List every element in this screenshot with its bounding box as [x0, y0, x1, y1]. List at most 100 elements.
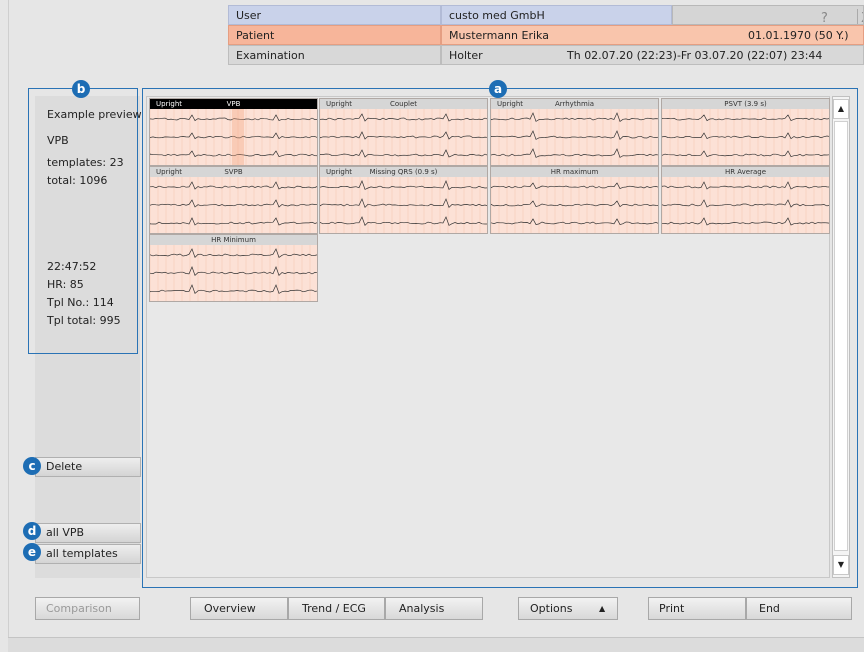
template-tile[interactable]: Upright Missing QRS (0.9 s): [319, 166, 488, 234]
ecg-trace: [491, 130, 658, 141]
tile-header: Upright SVPB: [150, 167, 317, 177]
tile-event-label: SVPB: [224, 168, 243, 176]
scroll-down-button[interactable]: ▼: [833, 555, 849, 575]
ecg-strip: [150, 245, 317, 301]
template-tile[interactable]: HR Minimum: [149, 234, 318, 302]
callout-c: c: [23, 457, 41, 475]
ecg-trace: [150, 266, 317, 277]
ecg-trace: [320, 149, 487, 158]
callout-b: b: [72, 80, 90, 98]
tile-header: HR Average: [662, 167, 829, 177]
tile-event-label: Couplet: [389, 100, 418, 108]
ecg-strip: [662, 109, 829, 165]
preview-tpl-no: Tpl No.: 114: [47, 296, 114, 309]
window-left-border: [8, 0, 9, 652]
tile-event-label: Arrhythmia: [554, 100, 595, 108]
ecg-trace: [491, 200, 658, 208]
ecg-trace: [150, 199, 317, 208]
user-value: custo med GmbH: [441, 5, 672, 25]
trend-ecg-button[interactable]: Trend / ECG: [288, 597, 385, 620]
close-button[interactable]: X: [857, 9, 863, 24]
ecg-strip: [150, 109, 317, 165]
ecg-trace: [150, 217, 317, 226]
patient-dob: 01.01.1970 (50 Y.): [748, 29, 849, 42]
tile-event-label: VPB: [226, 100, 241, 108]
ecg-trace: [662, 132, 829, 140]
tile-event-label: HR maximum: [550, 168, 599, 176]
options-arrow-icon: ▲: [599, 604, 606, 613]
options-label: Options: [530, 602, 573, 615]
ecg-strip: [320, 109, 487, 165]
comparison-button[interactable]: Comparison: [35, 597, 140, 620]
ecg-trace: [320, 131, 487, 140]
callout-e: e: [23, 543, 41, 561]
template-tile[interactable]: Upright Couplet: [319, 98, 488, 166]
template-tile[interactable]: Upright SVPB: [149, 166, 318, 234]
scroll-up-button[interactable]: ▲: [833, 99, 849, 119]
ecg-trace: [320, 216, 487, 227]
tile-header: HR Minimum: [150, 235, 317, 245]
preview-templates: templates: 23: [47, 156, 124, 169]
window-controls: ? _ X: [672, 5, 864, 25]
user-label: User: [228, 5, 441, 25]
status-bar: [8, 637, 864, 652]
grid-scrollbar[interactable]: ▲ ▼: [832, 96, 850, 578]
ecg-strip: [491, 177, 658, 233]
all-vpb-button[interactable]: all VPB: [35, 523, 141, 543]
tile-header: Upright Arrhythmia: [491, 99, 658, 109]
preview-hr: HR: 85: [47, 278, 84, 291]
end-button[interactable]: End: [746, 597, 852, 620]
patient-info: Mustermann Erika 01.01.1970 (50 Y.): [441, 25, 864, 45]
preview-time: 22:47:52: [47, 260, 97, 273]
ecg-trace: [150, 284, 317, 294]
ecg-trace: [491, 182, 658, 190]
all-templates-button[interactable]: all templates: [35, 544, 141, 564]
analysis-button[interactable]: Analysis: [385, 597, 483, 620]
ecg-trace: [662, 217, 829, 226]
event-highlight: [232, 109, 244, 165]
patient-name: Mustermann Erika: [449, 29, 549, 42]
preview-total: total: 1096: [47, 174, 108, 187]
tile-event-label: PSVT (3.9 s): [724, 100, 767, 108]
ecg-trace: [662, 181, 829, 190]
ecg-trace: [662, 114, 829, 122]
template-tile[interactable]: PSVT (3.9 s): [661, 98, 830, 166]
scroll-thumb[interactable]: [834, 121, 848, 551]
callout-a: a: [489, 80, 507, 98]
patient-label: Patient: [228, 25, 441, 45]
ecg-strip: [491, 109, 658, 165]
tile-event-label: Missing QRS (0.9 s): [369, 168, 438, 176]
examination-period: Th 02.07.20 (22:23)-Fr 03.07.20 (22:07) …: [567, 49, 823, 62]
examination-info: Holter Th 02.07.20 (22:23)-Fr 03.07.20 (…: [441, 45, 864, 65]
template-tile[interactable]: HR maximum: [490, 166, 659, 234]
patient-row: Patient Mustermann Erika 01.01.1970 (50 …: [228, 25, 864, 45]
minimize-button[interactable]: _: [839, 9, 846, 24]
examination-type: Holter: [449, 49, 483, 62]
delete-button[interactable]: Delete: [35, 457, 141, 477]
ecg-trace: [662, 199, 829, 208]
print-button[interactable]: Print: [648, 597, 746, 620]
tile-event-label: HR Minimum: [211, 236, 256, 244]
template-tile[interactable]: HR Average: [661, 166, 830, 234]
ecg-strip: [150, 177, 317, 233]
overview-button[interactable]: Overview: [190, 597, 288, 620]
ecg-trace: [320, 198, 487, 209]
preview-title: Example preview: [47, 108, 142, 121]
ecg-trace: [491, 112, 658, 122]
ecg-trace: [662, 150, 829, 158]
template-tile[interactable]: Upright Arrhythmia: [490, 98, 659, 166]
ecg-trace: [150, 248, 317, 259]
tile-header: HR maximum: [491, 167, 658, 177]
help-button[interactable]: ?: [821, 9, 828, 24]
examination-row: Examination Holter Th 02.07.20 (22:23)-F…: [228, 45, 864, 65]
tile-header: PSVT (3.9 s): [662, 99, 829, 109]
options-button[interactable]: Options ▲: [518, 597, 618, 620]
template-tile[interactable]: Upright VPB: [149, 98, 318, 166]
tile-event-label: HR Average: [724, 168, 767, 176]
preview-type: VPB: [47, 134, 69, 147]
preview-tpl-total: Tpl total: 995: [47, 314, 121, 327]
callout-d: d: [23, 522, 41, 540]
examination-label: Examination: [228, 45, 441, 65]
ecg-trace: [150, 181, 317, 190]
tile-header: Upright Couplet: [320, 99, 487, 109]
